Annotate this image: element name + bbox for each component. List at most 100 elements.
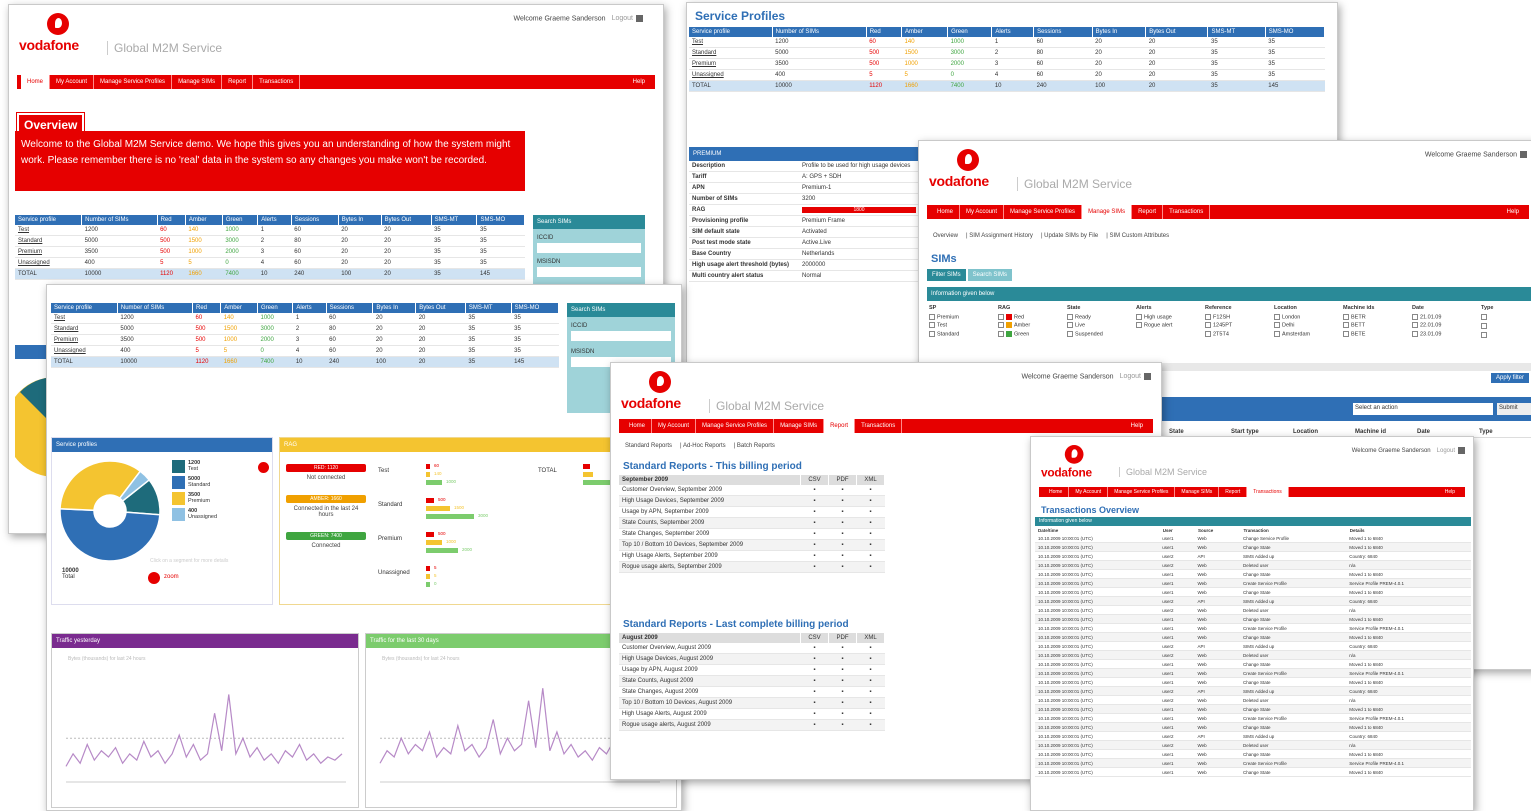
nav-help[interactable]: Help (627, 75, 651, 89)
pie-slice-standard[interactable] (59, 507, 161, 562)
filter-option[interactable]: BETR (1343, 314, 1409, 320)
checkbox[interactable] (929, 330, 935, 337)
filter-option[interactable]: Green (998, 330, 1064, 337)
subnav-adhoc-reports[interactable]: Ad-Hoc Reports (683, 443, 726, 449)
profile-name[interactable]: TOTAL (15, 268, 82, 280)
nav-manage-service-profiles[interactable]: Manage Service Profiles (94, 75, 173, 89)
logout-icon[interactable] (1520, 151, 1527, 158)
profile-name[interactable]: Standard (51, 323, 118, 335)
rag-bar[interactable] (426, 472, 430, 477)
checkbox[interactable] (1205, 314, 1211, 320)
checkbox[interactable] (1343, 322, 1349, 329)
nav-report[interactable]: Report (1132, 205, 1164, 219)
filter-option[interactable]: Amber (998, 322, 1064, 329)
checkbox[interactable] (1067, 330, 1073, 337)
nav-transactions[interactable]: Transactions (1163, 205, 1211, 219)
nav-manage-sims[interactable]: Manage SIMs (1175, 487, 1220, 497)
tx-row[interactable]: 10.10.2009 10:00:01 (UTC) user1 Web Create … (1035, 623, 1471, 633)
download-icon[interactable]: ▪ (856, 675, 885, 687)
rag-bar[interactable] (426, 532, 434, 537)
download-icon[interactable]: ▪ (856, 517, 885, 529)
traffic-line[interactable] (65, 694, 343, 767)
profile-name[interactable]: Premium (689, 58, 773, 70)
filter-option[interactable]: London (1274, 314, 1340, 320)
tx-row[interactable]: 10.10.2009 10:00:01 (UTC) user1 Web Change … (1035, 587, 1471, 597)
checkbox[interactable] (929, 314, 935, 320)
logout-link[interactable]: Logout (612, 15, 633, 22)
tx-row[interactable]: 10.10.2009 10:00:01 (UTC) user2 API SIMS Ad… (1035, 641, 1471, 651)
nav-manage-sims[interactable]: Manage SIMs (774, 419, 825, 433)
table-row[interactable]: TOTAL 10000 1120 1660 7400 10 240 100 20 35 145 (689, 80, 1325, 92)
download-icon[interactable]: ▪ (800, 664, 829, 676)
msisdn-input[interactable] (537, 267, 641, 277)
tx-row[interactable]: 10.10.2009 10:00:01 (UTC) user1 Web Change … (1035, 704, 1471, 714)
profile-name[interactable]: Test (15, 225, 82, 236)
checkbox[interactable] (998, 322, 1004, 329)
nav-home[interactable]: Home (1043, 487, 1070, 497)
tab-filter-sims[interactable]: Filter SIMs (927, 269, 966, 281)
filter-option[interactable]: Live (1067, 322, 1133, 329)
tx-row[interactable]: 10.10.2009 10:00:01 (UTC) user1 Web Change … (1035, 569, 1471, 579)
traffic-yesterday-chart[interactable] (56, 672, 356, 802)
rag-bar[interactable] (426, 506, 450, 511)
download-icon[interactable]: ▪ (800, 485, 829, 496)
subnav-update-by-file[interactable]: Update SIMs by File (1044, 233, 1098, 239)
profile-name[interactable]: Unassigned (689, 69, 773, 81)
profile-name[interactable]: Test (51, 313, 118, 324)
checkbox[interactable] (1481, 314, 1487, 320)
checkbox[interactable] (1481, 323, 1487, 329)
nav-help[interactable]: Help (1439, 487, 1461, 497)
download-icon[interactable]: ▪ (800, 719, 829, 731)
filter-option[interactable]: 22.01.09 (1412, 322, 1478, 329)
filter-option[interactable]: 1245PT (1205, 322, 1271, 329)
vodafone-logo[interactable]: vodafone (929, 149, 1009, 195)
checkbox[interactable] (1136, 322, 1142, 329)
download-icon[interactable]: ▪ (800, 643, 829, 654)
service-profiles-pie[interactable] (52, 456, 172, 566)
rag-bar[interactable] (426, 464, 430, 469)
filter-option[interactable]: Suspended (1067, 330, 1133, 337)
action-select[interactable]: Select an action (1353, 403, 1493, 415)
download-icon[interactable]: ▪ (828, 550, 857, 562)
rag-badge[interactable]: GREEN: 7400 (286, 532, 366, 540)
download-icon[interactable]: ▪ (800, 675, 829, 687)
download-icon[interactable]: ▪ (856, 719, 885, 731)
nav-transactions[interactable]: Transactions (855, 419, 903, 433)
download-icon[interactable]: ▪ (856, 653, 885, 665)
tx-row[interactable]: 10.10.2009 10:00:01 (UTC) user2 Web Deleted… (1035, 605, 1471, 615)
tx-row[interactable]: 10.10.2009 10:00:01 (UTC) user2 Web Deleted… (1035, 560, 1471, 570)
filter-option[interactable]: Test (929, 322, 995, 329)
checkbox[interactable] (1205, 330, 1211, 337)
download-icon[interactable]: ▪ (800, 697, 829, 709)
nav-my-account[interactable]: My Account (50, 75, 95, 89)
rag-badge[interactable]: AMBER: 1660 (286, 495, 366, 503)
filter-option[interactable]: Delhi (1274, 322, 1340, 329)
rag-bar[interactable] (426, 514, 474, 519)
nav-manage-service-profiles[interactable]: Manage Service Profiles (1108, 487, 1176, 497)
nav-my-account[interactable]: My Account (1069, 487, 1109, 497)
download-icon[interactable]: ▪ (856, 708, 885, 720)
rag-total-bar[interactable] (583, 472, 593, 477)
tab-search-sims[interactable]: Search SIMs (967, 269, 1013, 281)
download-icon[interactable]: ▪ (828, 539, 857, 551)
download-icon[interactable]: ▪ (856, 495, 885, 507)
nav-help[interactable]: Help (1125, 419, 1149, 433)
checkbox[interactable] (1343, 330, 1349, 337)
rag-bar[interactable] (426, 574, 430, 579)
table-row[interactable]: Premium 3500 500 1000 2000 3 60 20 20 35 35 (689, 58, 1325, 70)
checkbox[interactable] (1067, 322, 1073, 329)
download-icon[interactable]: ▪ (828, 528, 857, 540)
download-icon[interactable]: ▪ (856, 686, 885, 698)
download-icon[interactable]: ▪ (828, 664, 857, 676)
tx-row[interactable]: 10.10.2009 10:00:01 (UTC) user2 Web Deleted… (1035, 650, 1471, 660)
filter-option[interactable]: BETE (1343, 330, 1409, 337)
filter-option[interactable]: 23.01.09 (1412, 330, 1478, 337)
filter-option[interactable]: Ready (1067, 314, 1133, 320)
download-icon[interactable]: ▪ (800, 506, 829, 518)
download-icon[interactable]: ▪ (828, 495, 857, 507)
table-row[interactable]: Unassigned 400 5 5 0 4 60 20 20 35 35 (51, 345, 559, 357)
download-icon[interactable]: ▪ (828, 517, 857, 529)
download-icon[interactable]: ▪ (856, 561, 885, 573)
tx-row[interactable]: 10.10.2009 10:00:01 (UTC) user2 Web Deleted… (1035, 695, 1471, 705)
nav-manage-service-profiles[interactable]: Manage Service Profiles (696, 419, 775, 433)
